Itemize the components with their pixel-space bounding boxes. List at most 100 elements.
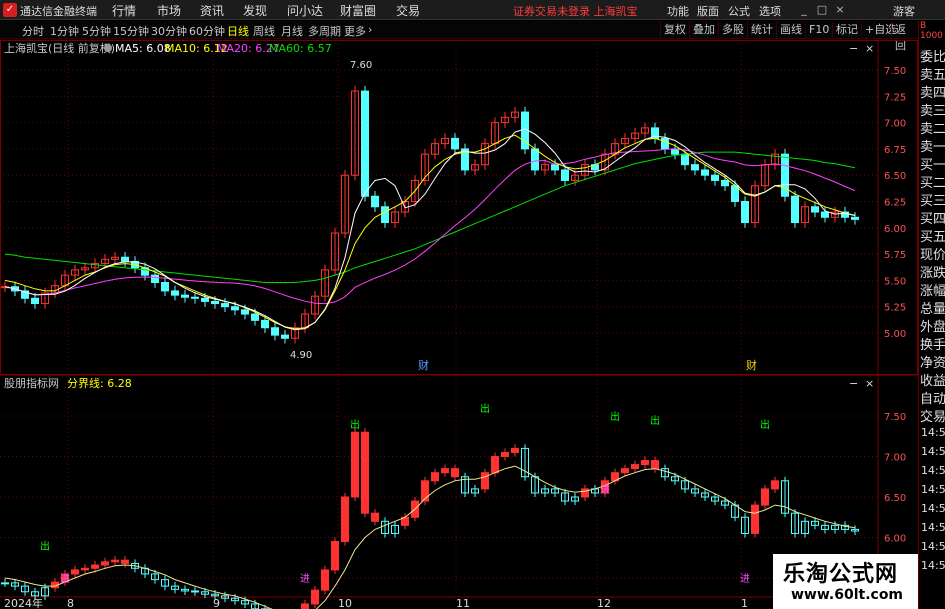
candle-body [811,206,819,213]
label-change-pct: 涨幅 [920,284,945,299]
menu-bar: ✓ 通达信金融终端 行情 市场 资讯 发现 问小达 财富圈 交易 证券交易未登录… [0,0,945,20]
back-button[interactable]: 返回 [891,22,918,52]
sub-candle-body [371,512,379,522]
trade-time: 14:56 [921,502,945,515]
sub-candle-body [581,488,589,498]
price-tick-label: 5.00 [884,329,906,340]
tab-30min[interactable]: 30分钟 [151,23,187,39]
sub-price-tick-label: 7.50 [884,412,906,423]
candle-body [201,297,209,302]
label-auto[interactable]: 自动 [920,388,945,407]
signal-out-label: 出 [40,540,50,553]
main-panel-frame [0,40,918,375]
tab-monthly[interactable]: 月线 [281,23,303,39]
menu-ask[interactable]: 问小达 [287,2,323,19]
chevron-right-icon[interactable]: › [368,23,372,36]
tab-timeshare[interactable]: 分时 [22,23,44,39]
candle-body [821,211,829,218]
zoom-out-icon[interactable]: − [849,42,858,55]
finance-marker[interactable]: 财 [418,358,429,372]
tab-1min[interactable]: 1分钟 [50,23,79,39]
signal-in-label: 进 [600,484,610,496]
menu-community[interactable]: 财富圈 [340,2,376,19]
candle-body [531,148,539,171]
menu-discover[interactable]: 发现 [243,2,267,19]
candle-body [161,282,169,292]
close-panel-icon[interactable]: × [865,42,874,55]
trade-time: 14:56 [921,426,945,439]
menu-quotes[interactable]: 行情 [112,2,136,19]
date-label: 11 [456,597,470,609]
guest-user[interactable]: 游客 [893,3,915,19]
sub-zoom-out-icon[interactable]: − [849,377,858,390]
finance-marker[interactable]: 财 [746,358,757,372]
menu-layout[interactable]: 版面 [697,3,719,19]
signal-out-label: 出 [480,402,490,415]
adjust-button[interactable]: 复权 [660,22,689,38]
tab-weekly[interactable]: 周线 [253,23,275,39]
label-trade[interactable]: 交易 [920,406,945,425]
panel-corner-1000: 1000 [920,31,943,41]
menu-market[interactable]: 市场 [157,2,181,19]
tab-15min[interactable]: 15分钟 [113,23,149,39]
menu-news[interactable]: 资讯 [200,2,224,19]
sub-candle-body [111,559,119,563]
sub-candle-body [91,564,99,569]
sub-close-icon[interactable]: × [865,377,874,390]
sub-candle-body [501,451,509,458]
multi-stock-button[interactable]: 多股 [718,22,747,38]
trade-time: 14:56 [921,559,945,572]
tab-5min[interactable]: 5分钟 [82,23,111,39]
sub-candle-body [651,460,659,470]
maximize-icon[interactable]: □ [814,2,830,17]
label-turnover: 换手 [920,338,945,353]
label-buy2: 买二 [920,176,945,191]
signal-in-label: 进 [740,573,750,585]
menu-trade[interactable]: 交易 [396,2,420,19]
draw-line-button[interactable]: 画线 [776,22,805,38]
kline-chart[interactable]: 上海凯宝(日线 前复权) MA5: 6.08 MA10: 6.12 MA20: … [0,40,918,609]
minimize-icon[interactable]: _ [796,2,812,17]
f10-button[interactable]: F10 [805,22,832,38]
price-tick-label: 6.25 [884,198,906,209]
signal-out-label: 出 [650,414,660,427]
candle-body [671,148,679,155]
candle-body [851,216,859,220]
sub-candle-body [441,468,449,474]
price-tick-label: 6.50 [884,171,906,182]
sub-price-tick-label: 6.00 [884,534,906,545]
candle-body [121,256,129,262]
signal-labels: 出进出出进出 出进出进 [40,402,770,585]
candle-body [711,174,719,181]
mark-button[interactable]: 标记 [832,22,861,38]
app-name: 通达信金融终端 [20,5,97,18]
sub-candle-body [301,603,309,609]
price-tick-label: 7.25 [884,92,906,103]
menu-function[interactable]: 功能 [667,3,689,19]
sub-candle-body [631,464,639,470]
price-tick-label: 6.00 [884,224,906,235]
stats-button[interactable]: 统计 [747,22,776,38]
price-tick-label: 5.50 [884,276,906,287]
settings-dot-icon[interactable] [104,44,112,52]
sub-price-tick-label: 7.00 [884,453,906,464]
sub-chart-title: 股朋指标网 [4,376,59,390]
menu-options[interactable]: 选项 [759,3,781,19]
label-volume: 总量 [920,302,945,317]
low-price-label: 4.90 [290,350,312,361]
tab-more[interactable]: 更多 [344,23,366,39]
sub-candle-body [361,431,369,514]
close-icon[interactable]: × [832,2,848,17]
tab-daily[interactable]: 日线 [227,23,249,39]
tab-60min[interactable]: 60分钟 [189,23,225,39]
tab-multi-period[interactable]: 多周期 [308,23,341,39]
ma60-label: MA60: 6.57 [269,42,332,55]
sub-candle-body [71,569,79,575]
date-label: 10 [338,597,352,609]
watermark-url: www.60lt.com [791,587,904,603]
candle-body [381,206,389,224]
overlay-button[interactable]: 叠加 [689,22,718,38]
label-buy4: 买四 [920,212,945,227]
menu-formula[interactable]: 公式 [728,3,750,19]
chart-area[interactable]: 上海凯宝(日线 前复权) MA5: 6.08 MA10: 6.12 MA20: … [0,40,918,609]
